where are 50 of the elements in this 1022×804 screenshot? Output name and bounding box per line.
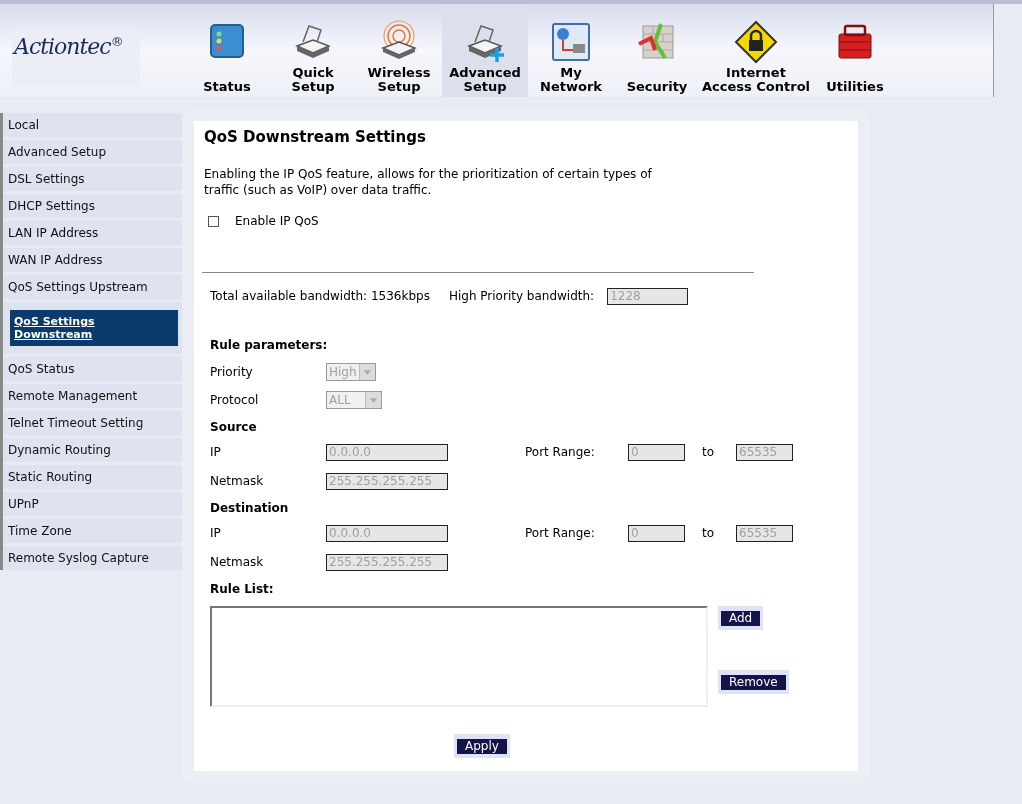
sidebar-link[interactable]: Telnet Timeout Setting [3, 411, 182, 435]
field-label: Priority [210, 364, 254, 381]
lock-warning-icon [734, 20, 778, 64]
section-heading: Destination [210, 500, 290, 516]
section-heading: Source [210, 419, 258, 435]
field-label: Protocol [210, 392, 260, 409]
sidebar-link[interactable]: Remote Management [3, 384, 182, 408]
nav-tab[interactable]: Status [184, 4, 270, 97]
network-icon [549, 20, 593, 64]
sidebar-link[interactable]: Local [3, 113, 182, 137]
sidebar-link[interactable]: Advanced Setup [3, 140, 182, 164]
section-heading: Rule List: [210, 581, 275, 597]
field-label: to [702, 525, 716, 542]
field-label: to [702, 444, 716, 461]
enable-checkbox[interactable] [208, 215, 219, 227]
field-label: Port Range: [525, 444, 596, 461]
field-label: Port Range: [525, 525, 596, 542]
sidebar-link[interactable]: QoS Settings Upstream [3, 275, 182, 299]
sidebar-link[interactable]: DSL Settings [3, 167, 182, 191]
nav-tab[interactable]: My Network [528, 4, 614, 97]
sidebar-link[interactable]: WAN IP Address [3, 248, 182, 272]
section-heading: Rule parameters: [210, 337, 329, 353]
apply-button[interactable]: Apply [457, 739, 507, 754]
add-button[interactable]: Add [721, 611, 761, 626]
nav-tab[interactable]: Wireless Setup [356, 4, 442, 97]
sidebar-link[interactable]: Time Zone [3, 519, 182, 543]
sidebar-link[interactable]: QoS Status [3, 357, 182, 381]
checkbox-label: Enable IP QoS [235, 213, 319, 230]
field-label: Netmask [210, 554, 265, 571]
field-label: IP [210, 444, 222, 461]
description: Enabling the IP QoS feature, allows for the prioritization of certain types of traffic (such as VoIP) over data traffic. [204, 166, 653, 198]
field-label: IP [210, 525, 222, 542]
nav-tab[interactable]: Internet Access Control [700, 4, 812, 97]
sidebar-link[interactable]: Dynamic Routing [3, 438, 182, 462]
remove-button[interactable]: Remove [721, 675, 786, 690]
page-title: QoS Downstream Settings [204, 127, 427, 147]
total-bandwidth-text: Total available bandwidth: 1536kbps [210, 288, 430, 305]
sidebar-link[interactable]: UPnP [3, 492, 182, 516]
nav-tab[interactable]: Advanced Setup [442, 4, 528, 97]
field-label: High Priority bandwidth: [448, 288, 595, 305]
nav-tab[interactable]: Quick Setup [270, 4, 356, 97]
sidebar-link[interactable]: LAN IP Address [3, 221, 182, 245]
nav-tab[interactable]: Security [614, 4, 700, 97]
sidebar-link[interactable]: DHCP Settings [3, 194, 182, 218]
rule-list-box[interactable] [210, 606, 708, 707]
sidebar-link[interactable]: Remote Syslog Capture [3, 546, 182, 570]
sidebar-link[interactable]: Static Routing [3, 465, 182, 489]
sidebar-link[interactable]: QoS Settings Downstream [10, 310, 178, 346]
nav-tab[interactable]: Utilities [812, 4, 898, 97]
field-label: Netmask [210, 473, 265, 490]
